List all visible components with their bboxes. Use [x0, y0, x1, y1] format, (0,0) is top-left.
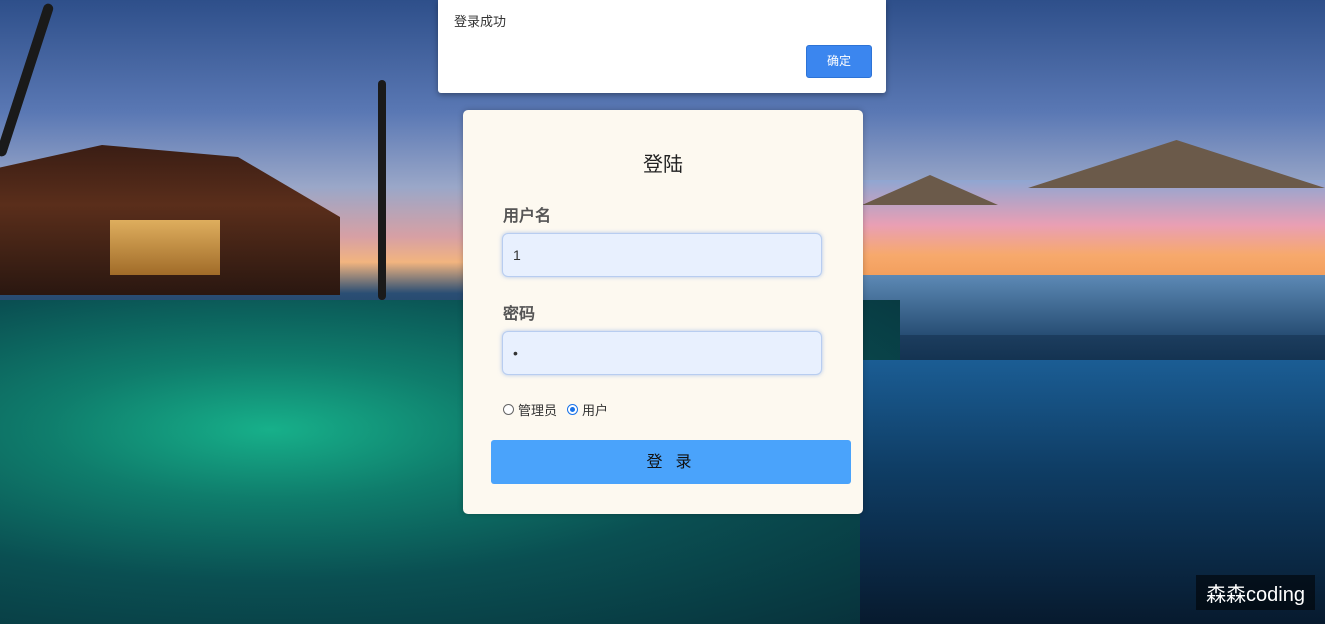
radio-user-label[interactable]: 用户: [582, 400, 608, 419]
alert-message: 登录成功: [454, 15, 507, 30]
villa-lights: [110, 220, 220, 275]
login-title: 登陆: [643, 152, 683, 176]
radio-user[interactable]: [567, 404, 579, 415]
ok-button[interactable]: 确定: [806, 45, 872, 78]
radio-admin[interactable]: [503, 404, 514, 415]
login-button[interactable]: 登 录: [491, 440, 851, 484]
palm-tree-trunk: [378, 80, 386, 300]
watermark: 森森coding: [1196, 575, 1315, 610]
role-selector: 管理员 用户: [503, 400, 618, 419]
password-label: 密码: [503, 304, 536, 323]
login-card: 登陆 用户名 1 密码 • 管理员 用户 登 录: [463, 110, 863, 514]
password-input[interactable]: •: [502, 331, 822, 375]
sea: [860, 275, 1325, 335]
background-scene: 登录成功 确定 登陆 用户名 1 密码 • 管理员 用户 登 录 森森codin…: [0, 0, 1325, 624]
username-input[interactable]: 1: [502, 233, 822, 277]
username-label: 用户名: [503, 206, 552, 225]
alert-dialog: 登录成功 确定: [438, 0, 886, 93]
palm-tree-trunk: [0, 2, 55, 158]
radio-admin-label[interactable]: 管理员: [518, 400, 557, 419]
